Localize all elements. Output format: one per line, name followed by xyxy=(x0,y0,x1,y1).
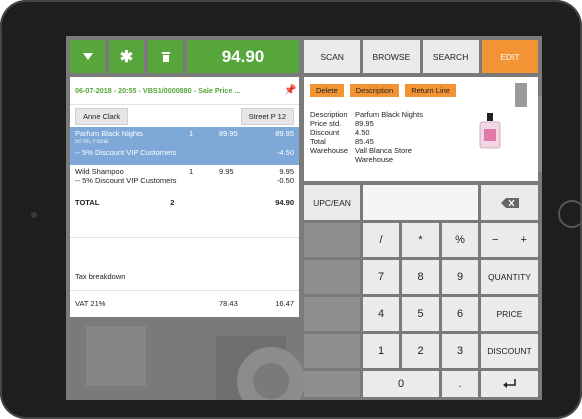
customer-chip[interactable]: Anne Clark xyxy=(75,107,129,125)
return-line-button[interactable]: Return Line xyxy=(405,84,456,97)
key-0[interactable]: 0 xyxy=(363,371,439,397)
chevron-down-icon xyxy=(82,53,93,60)
field-key xyxy=(310,155,355,164)
discount-button[interactable]: DISCOUNT xyxy=(481,334,538,368)
line-detail-panel: Delete Description Return Line Descripti… xyxy=(304,77,538,181)
enter-button[interactable] xyxy=(481,371,538,397)
upc-ean-button[interactable]: UPC/EAN xyxy=(304,185,360,220)
key-7[interactable]: 7 xyxy=(363,260,399,294)
key-8[interactable]: 8 xyxy=(402,260,439,294)
vat-amount: 16.47 xyxy=(275,298,294,308)
field-key: Price std. xyxy=(310,119,342,128)
receipt-line-selected[interactable]: Parfum Black Nights 1 89.95 89.95 50 ml,… xyxy=(70,127,299,165)
field-key: Description xyxy=(310,110,348,119)
key-star[interactable]: * xyxy=(402,223,439,257)
total-display: 94.90 xyxy=(187,40,299,73)
field-value: Vall Blanca Store xyxy=(355,146,412,155)
vat-label: VAT 21% xyxy=(75,298,106,308)
description-button[interactable]: Description xyxy=(349,84,400,97)
key-9[interactable]: 9 xyxy=(442,260,478,294)
address-chip[interactable]: Street P 12 xyxy=(240,107,294,125)
field-key: Warehouse xyxy=(310,146,349,155)
divider xyxy=(70,237,299,238)
key-3[interactable]: 3 xyxy=(442,334,478,368)
key-plus[interactable]: + xyxy=(521,234,527,246)
price-button[interactable]: PRICE xyxy=(481,297,538,331)
scan-button[interactable]: SCAN xyxy=(304,40,361,73)
key-dot[interactable]: . xyxy=(442,371,478,397)
pos-screen: ✱ 94.90 06-07-2018 - 20:55 - VBS1/000088… xyxy=(66,36,542,400)
field-value: 85.45 xyxy=(355,137,374,146)
asterisk-button[interactable]: ✱ xyxy=(109,40,144,73)
product-image xyxy=(479,113,501,149)
home-button[interactable] xyxy=(558,200,582,228)
receipt-title: 06-07-2018 - 20:55 - VBS1/0000880 - Sale… xyxy=(75,86,241,95)
asterisk-icon: ✱ xyxy=(119,48,134,66)
pin-icon[interactable]: 📌 xyxy=(284,85,296,96)
line-discount-amount: -4.50 xyxy=(276,147,294,157)
blank-key xyxy=(304,223,360,257)
receipt-header[interactable]: 06-07-2018 - 20:55 - VBS1/0000880 - Sale… xyxy=(70,77,299,104)
trash-icon xyxy=(161,51,170,62)
field-value: Parfum Black Nights xyxy=(355,110,423,119)
enter-icon xyxy=(502,379,516,388)
nav-bar: SCAN BROWSE SEARCH EDIT xyxy=(304,40,538,73)
blank-key xyxy=(304,334,360,368)
field-key: Discount xyxy=(310,128,340,137)
field-key: Total xyxy=(310,137,326,146)
line-discount-label: -- 5% Discount VIP Customers xyxy=(75,175,177,185)
field-value: 89.95 xyxy=(355,119,374,128)
receipt-panel: 06-07-2018 - 20:55 - VBS1/0000880 - Sale… xyxy=(70,77,299,317)
key-6[interactable]: 6 xyxy=(442,297,478,331)
scrollbar[interactable] xyxy=(515,83,527,107)
field-value: Warehouse xyxy=(355,155,394,164)
quantity-button[interactable]: QUANTITY xyxy=(481,260,538,294)
key-percent[interactable]: % xyxy=(442,223,478,257)
customer-row: Anne Clark Street P 12 xyxy=(70,105,299,127)
edit-button[interactable]: EDIT xyxy=(481,40,538,73)
key-minus[interactable]: − xyxy=(492,234,498,246)
keypad-input[interactable] xyxy=(363,185,478,220)
keypad: UPC/EAN / * % − + 7 8 9 QUANTITY 4 5 6 P… xyxy=(304,185,538,397)
blank-key xyxy=(304,297,360,331)
key-5[interactable]: 5 xyxy=(402,297,439,331)
tablet-frame: ✱ 94.90 06-07-2018 - 20:55 - VBS1/000088… xyxy=(0,0,582,419)
top-bar: ✱ 94.90 xyxy=(70,40,299,73)
trash-button[interactable] xyxy=(148,40,183,73)
key-slash[interactable]: / xyxy=(363,223,399,257)
key-2[interactable]: 2 xyxy=(402,334,439,368)
camera xyxy=(31,212,37,218)
key-1[interactable]: 1 xyxy=(363,334,399,368)
plus-minus-keys: − + xyxy=(481,223,538,257)
tax-breakdown-heading: Tax breakdown xyxy=(75,271,126,281)
detail-fields: Description Parfum Black Nights Price std… xyxy=(310,110,423,164)
receipt-line[interactable]: Wild Shampoo 1 9.95 9.95 -- 5% Discount … xyxy=(70,165,299,205)
line-detail: 50 ml, Floral xyxy=(75,139,109,145)
browse-button[interactable]: BROWSE xyxy=(363,40,420,73)
line-discount-amount: -0.50 xyxy=(276,175,294,185)
key-4[interactable]: 4 xyxy=(363,297,399,331)
vat-base: 78.43 xyxy=(219,298,238,308)
backspace-icon xyxy=(500,197,519,208)
search-button[interactable]: SEARCH xyxy=(422,40,479,73)
line-discount-label: -- 5% Discount VIP Customers xyxy=(75,147,177,157)
blank-key xyxy=(304,371,360,397)
backspace-button[interactable] xyxy=(481,185,538,220)
dropdown-button[interactable] xyxy=(70,40,105,73)
vat-row: VAT 21% 78.43 16.47 xyxy=(70,291,299,315)
field-value: 4.50 xyxy=(355,128,370,137)
delete-button[interactable]: Delete xyxy=(310,84,344,97)
blank-key xyxy=(304,260,360,294)
